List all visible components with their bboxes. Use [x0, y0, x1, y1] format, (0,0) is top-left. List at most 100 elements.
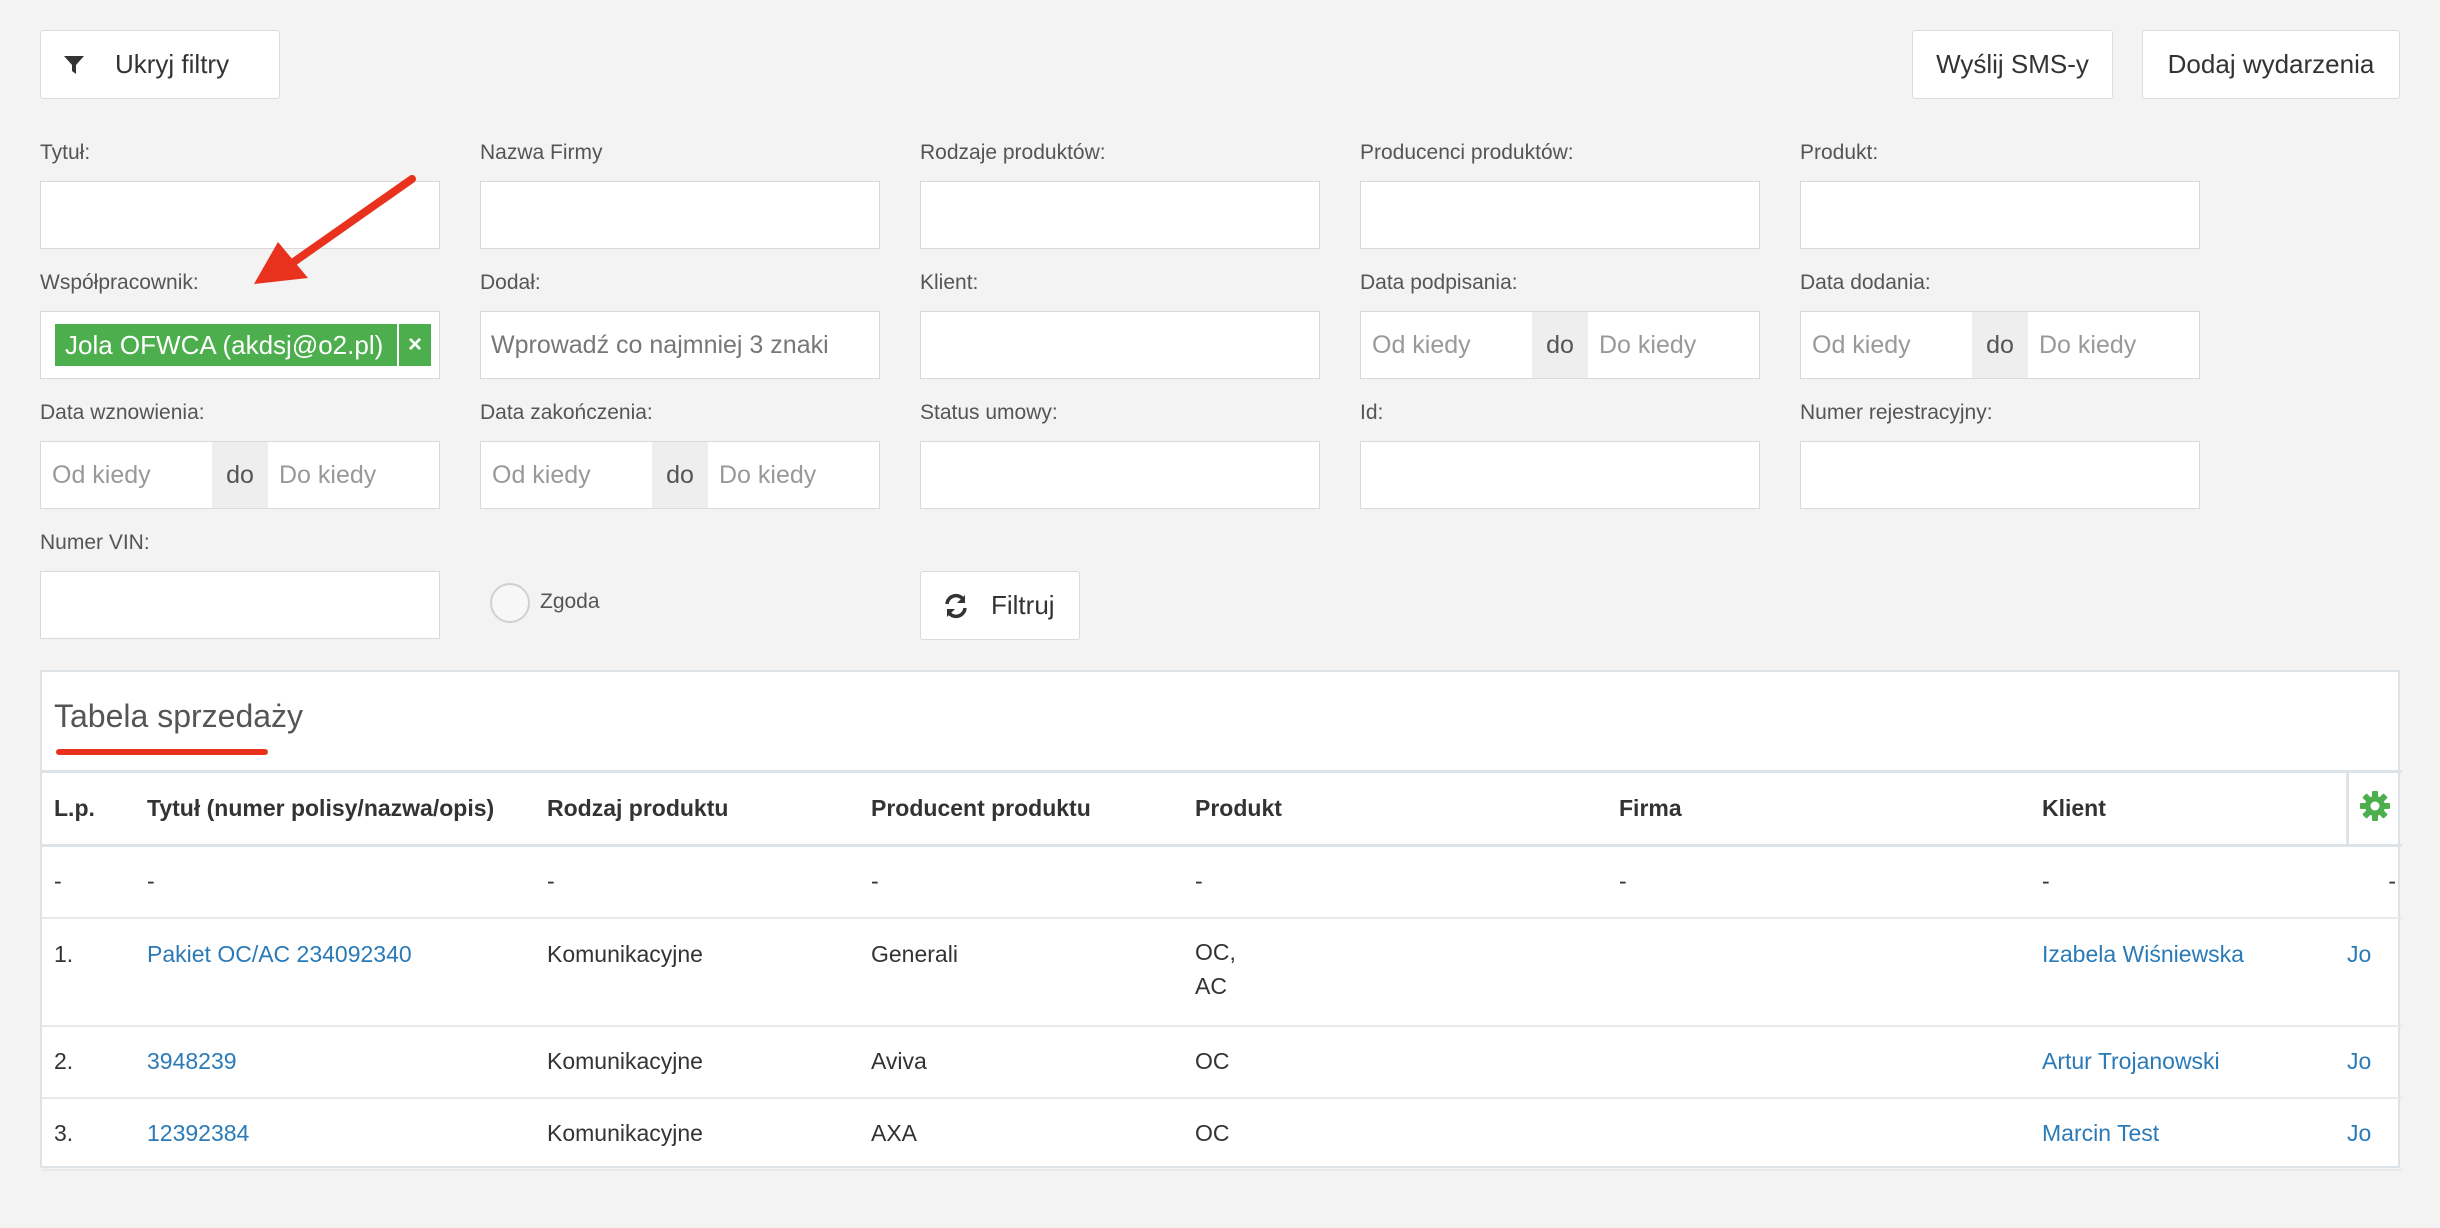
renewal-date-from-input[interactable]: Od kiedy [41, 442, 212, 508]
vin-input[interactable] [40, 571, 440, 639]
col-header-producer[interactable]: Producent produktu [871, 770, 1195, 847]
sales-table-title: Tabela sprzedaży [54, 698, 304, 734]
product-line: OC, [1195, 938, 1236, 965]
filter-button[interactable]: Filtruj [920, 571, 1080, 640]
hide-filters-label: Ukryj filtry [115, 49, 230, 79]
end-date-separator: do [652, 442, 708, 508]
filter-cell[interactable]: - [2042, 845, 2347, 919]
col-header-title[interactable]: Tytuł (numer polisy/nazwa/opis) [147, 770, 547, 847]
cell-company [1619, 1097, 2042, 1171]
col-header-company[interactable]: Firma [1619, 770, 2042, 847]
cell-producer: AXA [871, 1097, 1195, 1171]
consent-checkbox[interactable] [490, 583, 530, 623]
cell-product: OC [1195, 1025, 1619, 1099]
added-date-from-input[interactable]: Od kiedy [1801, 312, 1972, 378]
product-input[interactable] [1800, 181, 2200, 249]
renewal-date-range: Od kiedy do Do kiedy [40, 441, 440, 509]
filter-cell[interactable]: - [2347, 845, 2402, 919]
reg-number-input[interactable] [1800, 441, 2200, 509]
cell-lp: 3. [42, 1097, 147, 1171]
table-filter-row: - - - - - - - - [42, 845, 2402, 919]
cell-title: Pakiet OC/AC 234092340 [147, 917, 547, 1027]
row-title-link[interactable]: 3948239 [147, 1048, 237, 1074]
table-row: 1. Pakiet OC/AC 234092340 Komunikacyjne … [42, 917, 2402, 1027]
row-extra-link[interactable]: Jo [2347, 1120, 2371, 1146]
product-producers-label: Producenci produktów: [1360, 141, 1574, 164]
product-types-input[interactable] [920, 181, 1320, 249]
contract-status-input[interactable] [920, 441, 1320, 509]
col-header-product[interactable]: Produkt [1195, 770, 1619, 847]
added-date-separator: do [1972, 312, 2028, 378]
filter-icon [64, 55, 84, 74]
product-types-label: Rodzaje produktów: [920, 141, 1106, 164]
row-extra-link[interactable]: Jo [2347, 1048, 2371, 1074]
cell-company [1619, 917, 2042, 1027]
table-row: 3. 12392384 Komunikacyjne AXA OC Marcin … [42, 1097, 2402, 1171]
added-by-input[interactable]: Wprowadź co najmniej 3 znaki [480, 311, 880, 379]
row-title-link[interactable]: 12392384 [147, 1120, 249, 1146]
col-settings[interactable] [2345, 770, 2402, 847]
sign-date-separator: do [1532, 312, 1588, 378]
col-header-lp[interactable]: L.p. [42, 770, 147, 847]
sales-table-panel: Tabela sprzedaży L.p. Tytuł (numer polis… [40, 670, 2402, 1171]
product-label: Produkt: [1800, 141, 1879, 164]
cell-producer: Aviva [871, 1025, 1195, 1099]
coworker-tag: Jola OFWCA (akdsj@o2.pl) × [55, 324, 431, 366]
sign-date-range: Od kiedy do Do kiedy [1360, 311, 1760, 379]
company-name-input[interactable] [480, 181, 880, 249]
sign-date-from-input[interactable]: Od kiedy [1361, 312, 1532, 378]
row-client-link[interactable]: Izabela Wiśniewska [2042, 941, 2244, 967]
col-header-client[interactable]: Klient [2042, 770, 2347, 847]
end-date-to-input[interactable]: Do kiedy [708, 442, 879, 508]
filter-cell[interactable]: - [871, 845, 1195, 919]
refresh-icon [945, 593, 967, 618]
hide-filters-button[interactable]: Ukryj filtry [40, 30, 280, 99]
cell-client: Izabela Wiśniewska [2042, 917, 2347, 1027]
id-label: Id: [1360, 401, 1384, 424]
col-header-product-type[interactable]: Rodzaj produktu [547, 770, 871, 847]
client-input[interactable] [920, 311, 1320, 379]
add-events-button[interactable]: Dodaj wydarzenia [2142, 30, 2400, 99]
id-input[interactable] [1360, 441, 1760, 509]
added-date-range: Od kiedy do Do kiedy [1800, 311, 2200, 379]
title-label: Tytuł: [40, 141, 91, 164]
added-by-placeholder: Wprowadź co najmniej 3 znaki [491, 330, 829, 359]
added-date-to-input[interactable]: Do kiedy [2028, 312, 2199, 378]
renewal-date-separator: do [212, 442, 268, 508]
cell-extra: Jo [2347, 1025, 2402, 1099]
filter-cell[interactable]: - [1195, 845, 1619, 919]
reg-number-label: Numer rejestracyjny: [1800, 401, 1993, 424]
cell-lp: 2. [42, 1025, 147, 1099]
product-producers-input[interactable] [1360, 181, 1760, 249]
cell-product: OC [1195, 1097, 1619, 1171]
cell-company [1619, 1025, 2042, 1099]
filter-button-label: Filtruj [991, 590, 1055, 620]
filter-cell[interactable]: - [42, 845, 147, 919]
renewal-date-label: Data wznowienia: [40, 401, 205, 424]
send-sms-button[interactable]: Wyślij SMS-y [1912, 30, 2113, 99]
cell-extra: Jo [2347, 1097, 2402, 1171]
company-name-label: Nazwa Firmy [480, 141, 603, 164]
filter-cell[interactable]: - [1619, 845, 2042, 919]
coworker-input[interactable]: Jola OFWCA (akdsj@o2.pl) × [40, 311, 440, 379]
row-title-link[interactable]: Pakiet OC/AC 234092340 [147, 941, 412, 967]
table-row: 2. 3948239 Komunikacyjne Aviva OC Artur … [42, 1025, 2402, 1099]
cell-product: OC, AC [1195, 917, 1619, 1027]
sign-date-to-input[interactable]: Do kiedy [1588, 312, 1759, 378]
annotation-underline [56, 749, 268, 755]
end-date-range: Od kiedy do Do kiedy [480, 441, 880, 509]
row-client-link[interactable]: Marcin Test [2042, 1120, 2159, 1146]
close-icon[interactable]: × [397, 324, 431, 366]
end-date-label: Data zakończenia: [480, 401, 653, 424]
filter-cell[interactable]: - [547, 845, 871, 919]
added-date-label: Data dodania: [1800, 271, 1931, 294]
coworker-tag-label: Jola OFWCA (akdsj@o2.pl) [65, 329, 384, 360]
cell-product-type: Komunikacyjne [547, 917, 871, 1027]
filter-cell[interactable]: - [147, 845, 547, 919]
row-extra-link[interactable]: Jo [2347, 941, 2371, 967]
cell-lp: 1. [42, 917, 147, 1027]
renewal-date-to-input[interactable]: Do kiedy [268, 442, 439, 508]
row-client-link[interactable]: Artur Trojanowski [2042, 1048, 2220, 1074]
gear-icon[interactable] [2359, 790, 2391, 822]
end-date-from-input[interactable]: Od kiedy [481, 442, 652, 508]
